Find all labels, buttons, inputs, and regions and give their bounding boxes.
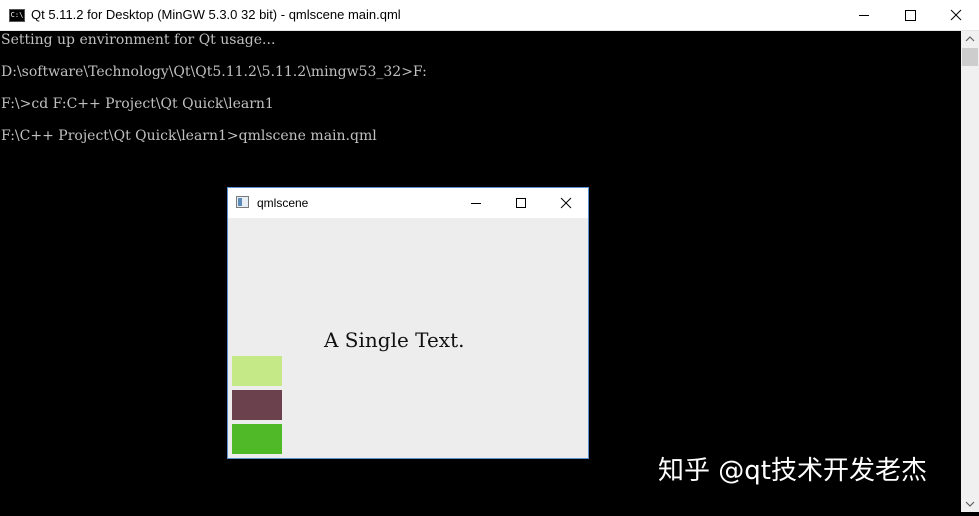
green-rectangle xyxy=(232,424,282,454)
console-line: F:\C++ Project\Qt Quick\learn1>qmlscene … xyxy=(1,128,377,144)
console-maximize-button[interactable] xyxy=(887,0,933,31)
scroll-up-button[interactable] xyxy=(961,31,979,48)
zhihu-watermark: 知乎 @qt技术开发老杰 xyxy=(658,456,927,486)
maximize-icon xyxy=(905,10,916,21)
console-scrollbar[interactable] xyxy=(961,31,979,512)
chevron-down-icon xyxy=(965,501,975,507)
scroll-down-button[interactable] xyxy=(961,495,979,512)
qmlscene-maximize-button[interactable] xyxy=(498,188,543,218)
qml-scene: A Single Text. xyxy=(228,218,588,458)
console-window-title: Qt 5.11.2 for Desktop (MinGW 5.3.0 32 bi… xyxy=(31,7,401,22)
scrollbar-thumb[interactable] xyxy=(962,48,978,66)
single-text-label: A Single Text. xyxy=(324,328,465,352)
chevron-up-icon xyxy=(965,36,975,42)
app-window-icon xyxy=(236,196,249,208)
cmd-icon: C:\ xyxy=(9,9,25,22)
minimize-icon xyxy=(471,203,481,204)
qmlscene-titlebar[interactable]: qmlscene xyxy=(228,188,588,218)
minimize-icon xyxy=(859,15,869,16)
qmlscene-minimize-button[interactable] xyxy=(453,188,498,218)
console-titlebar[interactable]: C:\ Qt 5.11.2 for Desktop (MinGW 5.3.0 3… xyxy=(0,0,979,31)
close-icon xyxy=(950,9,962,21)
close-icon xyxy=(560,197,572,209)
console-line: Setting up environment for Qt usage... xyxy=(1,32,276,48)
qmlscene-window[interactable]: qmlscene A Single Text. xyxy=(227,187,589,459)
console-close-button[interactable] xyxy=(933,0,979,31)
console-line: D:\software\Technology\Qt\Qt5.11.2\5.11.… xyxy=(1,64,427,80)
maroon-rectangle xyxy=(232,390,282,420)
console-minimize-button[interactable] xyxy=(841,0,887,31)
qmlscene-close-button[interactable] xyxy=(543,188,588,218)
maximize-icon xyxy=(516,198,526,208)
console-line: F:\>cd F:C++ Project\Qt Quick\learn1 xyxy=(1,96,274,112)
qmlscene-window-title: qmlscene xyxy=(257,196,309,210)
light-green-rectangle xyxy=(232,356,282,386)
